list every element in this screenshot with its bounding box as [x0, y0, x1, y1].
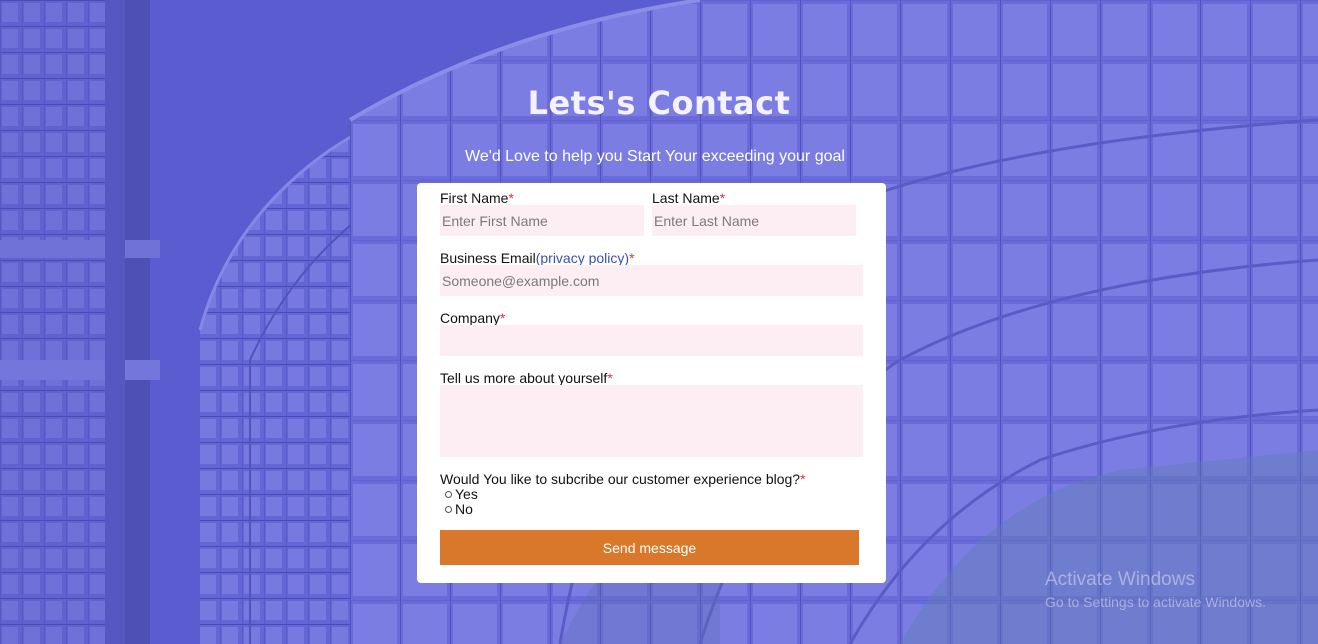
email-input[interactable]	[440, 265, 863, 296]
page-title: Lets's Contact	[527, 84, 791, 122]
radio-button[interactable]	[445, 490, 452, 498]
required-marker: *	[629, 250, 635, 266]
about-label: Tell us more about yourself*	[440, 370, 613, 386]
subscribe-question: Would You like to subcribe our customer …	[440, 471, 806, 487]
subscribe-option-yes[interactable]: Yes	[445, 486, 478, 502]
radio-label: No	[455, 501, 473, 517]
company-label: Company*	[440, 310, 506, 326]
about-textarea[interactable]	[440, 385, 863, 457]
page-subtitle: We'd Love to help you Start Your exceedi…	[465, 148, 845, 165]
first-name-label: First Name*	[440, 190, 514, 206]
required-marker: *	[508, 190, 514, 206]
activate-windows-title: Activate Windows	[1045, 569, 1195, 590]
required-marker: *	[499, 310, 506, 326]
send-message-button[interactable]: Send message	[440, 530, 859, 565]
subscribe-option-no[interactable]: No	[445, 501, 473, 517]
required-marker: *	[607, 370, 613, 386]
privacy-policy-link[interactable]: (privacy policy)	[536, 250, 629, 266]
last-name-label: Last Name*	[652, 190, 726, 206]
radio-button[interactable]	[445, 505, 452, 513]
radio-label: Yes	[455, 486, 478, 502]
required-marker: *	[800, 471, 806, 487]
last-name-input[interactable]	[652, 205, 856, 236]
activate-windows-subtitle: Go to Settings to activate Windows.	[1045, 594, 1266, 610]
company-input[interactable]	[440, 325, 863, 356]
email-label: Business Email(privacy policy)*	[440, 250, 635, 266]
required-marker: *	[719, 190, 726, 206]
first-name-input[interactable]	[440, 205, 644, 236]
contact-form-card: First Name* Last Name* Business Email(pr…	[417, 183, 886, 583]
